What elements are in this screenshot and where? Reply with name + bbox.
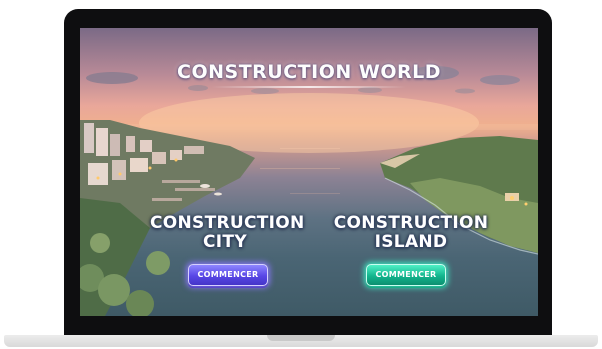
game-title: CONSTRUCTION WORLD bbox=[177, 61, 441, 83]
start-island-button[interactable]: COMMENCER bbox=[366, 264, 446, 286]
world-title-island-line2: ISLAND bbox=[374, 232, 448, 252]
world-title-city-line2: CITY bbox=[203, 232, 247, 252]
world-title-island: CONSTRUCTION ISLAND bbox=[326, 214, 496, 252]
title-underline bbox=[212, 86, 406, 88]
world-title-city-line1: CONSTRUCTION bbox=[150, 213, 305, 233]
laptop-notch bbox=[267, 335, 335, 341]
game-screen: CONSTRUCTION WORLD CONSTRUCTION CITY COM… bbox=[80, 28, 538, 316]
world-title-island-line1: CONSTRUCTION bbox=[333, 213, 489, 233]
world-title-city: CONSTRUCTION CITY bbox=[150, 213, 305, 252]
start-city-button[interactable]: COMMENCER bbox=[188, 264, 268, 286]
